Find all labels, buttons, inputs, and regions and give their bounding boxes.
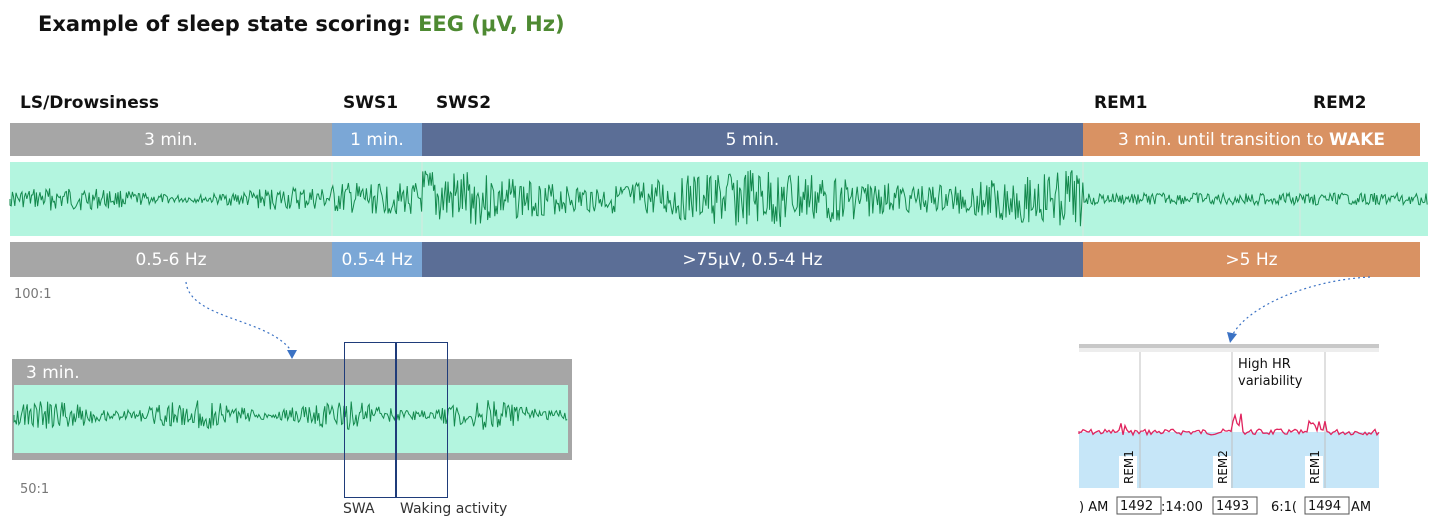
- waking-activity-box: [396, 342, 448, 498]
- hr-annotation-line1: High HR: [1238, 357, 1291, 372]
- connector-arrowhead-right: [1227, 332, 1237, 343]
- hr-epoch-2: 1493: [1216, 499, 1249, 514]
- eeg-zoom-trace: [13, 385, 568, 453]
- hr-top-band: [1079, 344, 1379, 348]
- hr-marker-2: REM2: [1216, 450, 1230, 484]
- hr-axis-time-1: ) AM: [1079, 500, 1108, 515]
- connector-arrowhead-left: [287, 350, 297, 359]
- connector-arrow-left: [185, 281, 293, 353]
- hr-trace: [1078, 412, 1380, 437]
- hr-axis-time-3: 6:1(: [1271, 500, 1297, 515]
- hr-axis-time-2: :14:00: [1161, 500, 1203, 515]
- connector-arrow-right: [1232, 276, 1371, 335]
- hr-epoch-3: 1494: [1308, 499, 1341, 514]
- eeg-zoom-background: [14, 385, 568, 453]
- hr-annotation-line2: variability: [1238, 374, 1303, 389]
- hr-axis-time-4: AM: [1351, 500, 1371, 515]
- zoom-duration: 3 min.: [26, 363, 80, 383]
- scale-zoom: 50:1: [20, 482, 50, 497]
- swa-box: [344, 342, 396, 498]
- hr-marker-1: REM1: [1122, 450, 1136, 484]
- hr-top-band-light: [1079, 348, 1379, 352]
- hr-marker-3: REM1: [1308, 450, 1322, 484]
- hr-epoch-1: 1492: [1120, 499, 1153, 514]
- swa-label: SWA: [343, 501, 375, 517]
- waking-activity-label: Waking activity: [400, 501, 508, 517]
- hr-panel: High HR variability REM1 REM2 REM1 ) AM …: [1078, 344, 1380, 515]
